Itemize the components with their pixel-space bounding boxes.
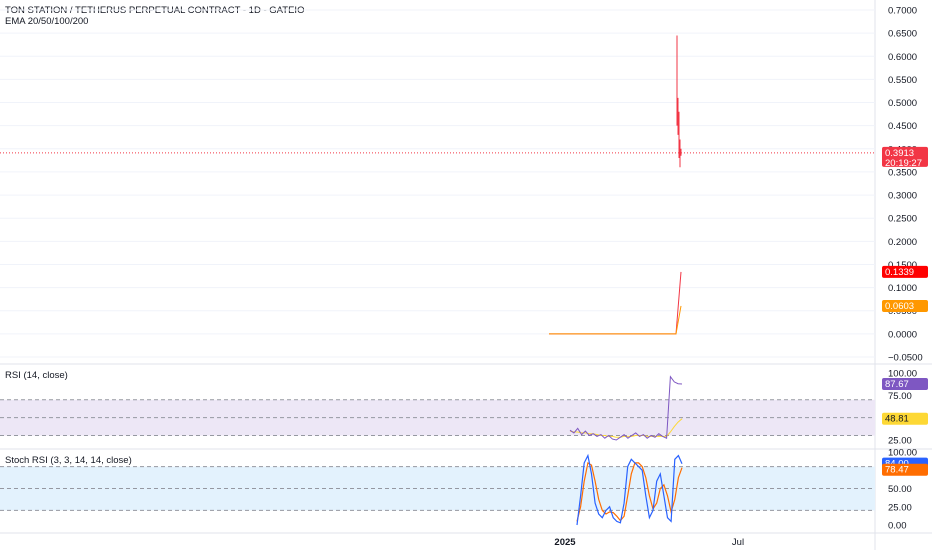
y-tick-label: 0.5000 xyxy=(888,98,917,109)
y-tick-label: 0.5500 xyxy=(888,75,917,86)
chart-canvas[interactable]: 0.70000.65000.60000.55000.50000.45000.40… xyxy=(0,0,932,550)
rsi-tick-label: 100.00 xyxy=(888,369,917,380)
stoch-tick-label: 0.00 xyxy=(888,521,907,532)
x-tick-label: Jul xyxy=(732,537,744,548)
last-price-badge-text: 20:19:27 xyxy=(885,158,922,169)
ema50-badge-text: 0.0603 xyxy=(885,301,914,312)
stoch-d-badge-text: 78.47 xyxy=(885,465,909,476)
x-tick-label: 2025 xyxy=(554,537,576,548)
y-tick-label: 0.3000 xyxy=(888,191,917,202)
y-tick-label: 0.3500 xyxy=(888,167,917,178)
rsi-badge-text: 87.67 xyxy=(885,379,909,390)
ema-50-line xyxy=(549,305,682,335)
y-tick-label: 0.0000 xyxy=(888,329,917,340)
rsi-tick-label: 75.00 xyxy=(888,391,912,402)
ema20-badge-text: 0.1339 xyxy=(885,267,914,278)
y-tick-label: 0.7000 xyxy=(888,6,917,17)
y-tick-label: 0.2000 xyxy=(888,237,917,248)
stoch-tick-label: 25.00 xyxy=(888,502,912,513)
stoch-tick-label: 50.00 xyxy=(888,484,912,495)
rsi-tick-label: 25.00 xyxy=(888,436,912,447)
stoch-tick-label: 100.00 xyxy=(888,448,917,459)
rsi-ma-badge-text: 48.81 xyxy=(885,414,909,425)
y-tick-label: 0.2500 xyxy=(888,214,917,225)
y-tick-label: 0.6000 xyxy=(888,52,917,63)
y-tick-label: 0.1000 xyxy=(888,283,917,294)
y-tick-label: 0.4500 xyxy=(888,121,917,132)
ema-20-line xyxy=(549,271,682,335)
y-tick-label: −0.0500 xyxy=(888,353,923,364)
y-tick-label: 0.6500 xyxy=(888,29,917,40)
